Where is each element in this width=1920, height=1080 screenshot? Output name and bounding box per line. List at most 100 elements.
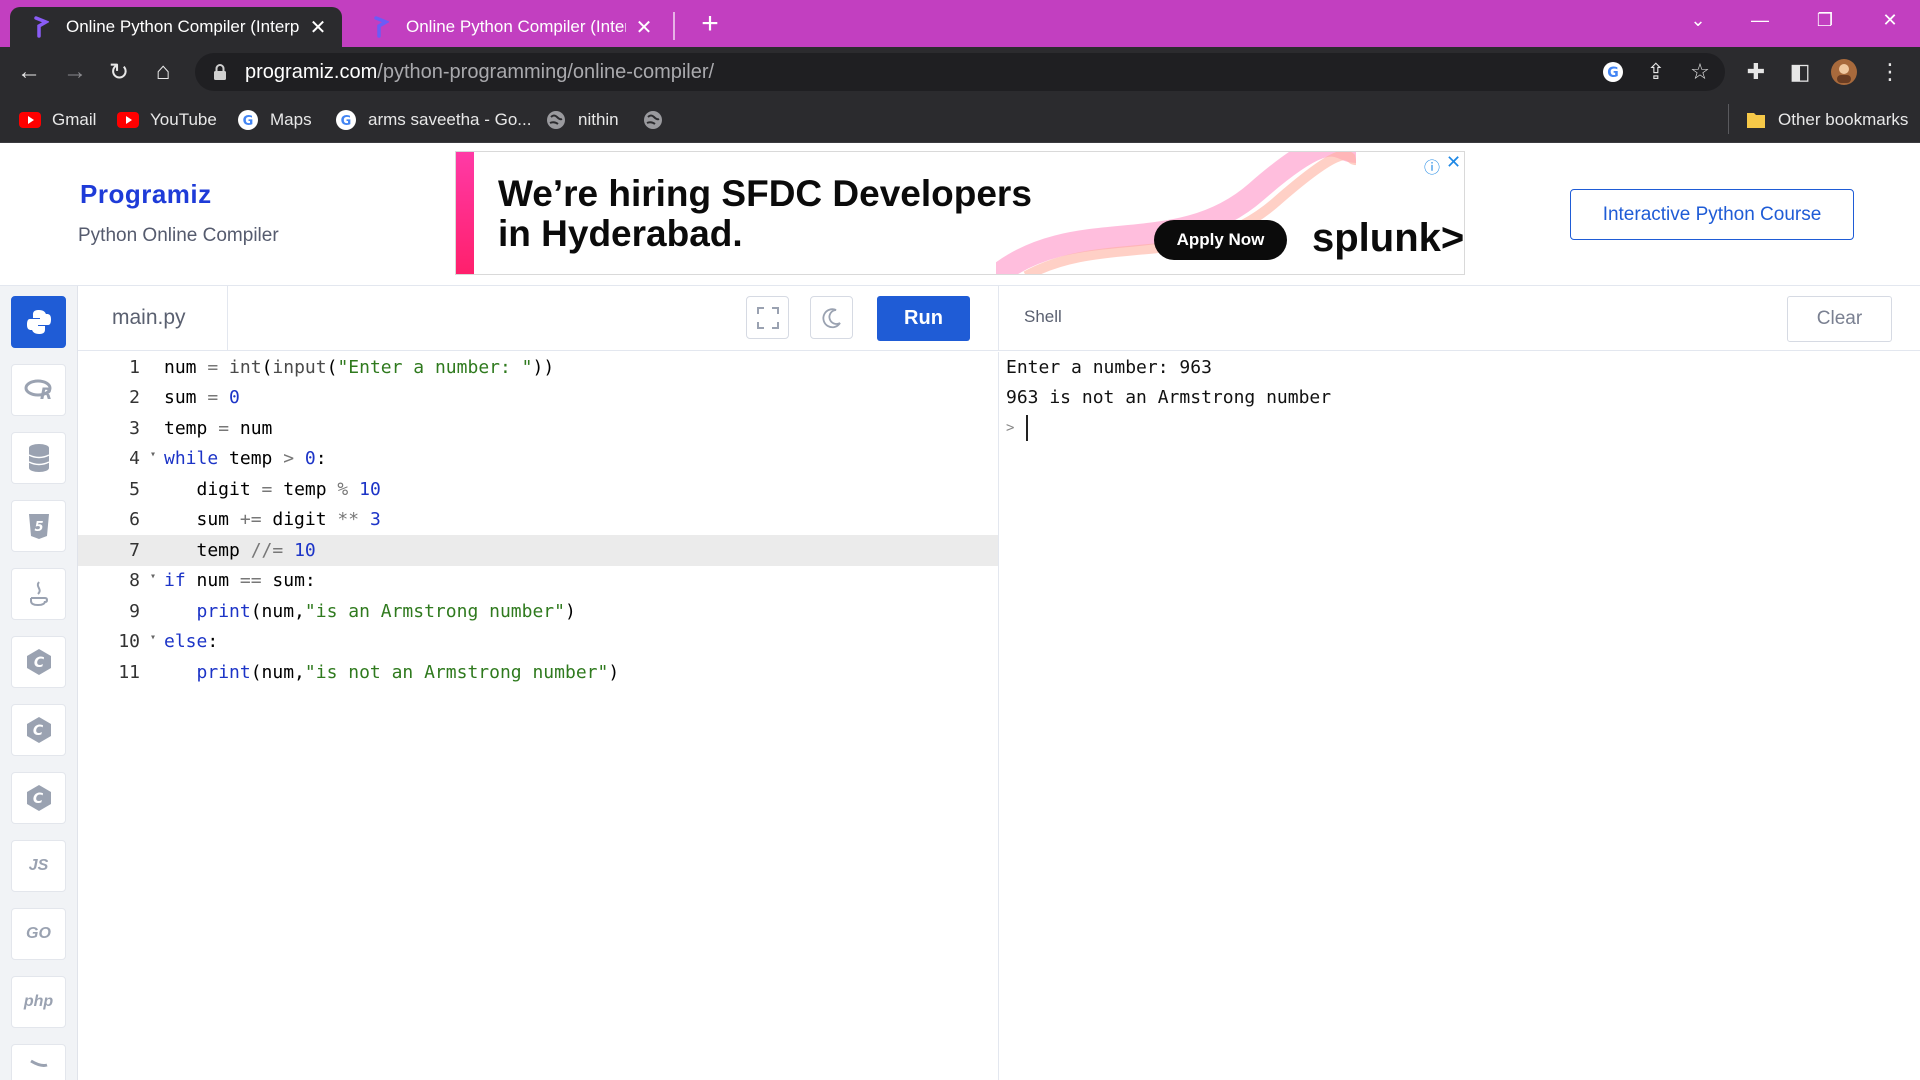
menu-kebab-icon[interactable]: ⋮ bbox=[1874, 56, 1906, 88]
dark-mode-moon-icon[interactable] bbox=[810, 296, 853, 339]
code-line: 4 ▾ while temp > 0: bbox=[129, 448, 327, 470]
folder-icon bbox=[1744, 108, 1768, 132]
programiz-favicon-icon bbox=[30, 16, 52, 38]
code-line: 5 digit = temp % 10 bbox=[129, 478, 381, 500]
java-icon[interactable] bbox=[11, 568, 66, 620]
tab-inactive[interactable]: Online Python Compiler (Interpre ✕ bbox=[350, 7, 668, 47]
page-subtitle: Python Online Compiler bbox=[78, 225, 279, 246]
ad-close-icon[interactable]: ✕ bbox=[1446, 152, 1461, 173]
shell-output[interactable]: Enter a number: 963 963 is not an Armstr… bbox=[998, 352, 1920, 1080]
shell-input-line[interactable]: > bbox=[1006, 413, 1920, 444]
google-lens-icon[interactable]: G bbox=[1597, 56, 1629, 88]
minimize-icon[interactable]: — bbox=[1730, 0, 1790, 40]
swift-lang-icon[interactable] bbox=[11, 1044, 66, 1080]
bookmark-gmail[interactable]: Gmail bbox=[18, 106, 96, 134]
text-cursor bbox=[1026, 415, 1029, 442]
reload-icon[interactable]: ↻ bbox=[100, 53, 138, 91]
bookmark-globe[interactable] bbox=[641, 106, 675, 134]
programiz-favicon-icon bbox=[370, 16, 392, 38]
javascript-lang-icon[interactable]: JS bbox=[11, 840, 66, 892]
code-line: 8 ▾ if num == sum: bbox=[129, 570, 316, 592]
browser-toolbar: ← → ↻ ⌂ programiz.com/python-programming… bbox=[0, 47, 1920, 97]
close-tab-icon[interactable]: ✕ bbox=[634, 15, 654, 40]
profile-avatar[interactable] bbox=[1828, 56, 1860, 88]
svg-text:5: 5 bbox=[34, 520, 43, 535]
forward-arrow-icon[interactable]: → bbox=[56, 53, 94, 91]
svg-text:G: G bbox=[243, 114, 254, 129]
file-tab-main-py[interactable]: main.py bbox=[78, 286, 228, 350]
code-line: 6 sum += digit ** 3 bbox=[129, 509, 381, 531]
new-tab-plus-icon[interactable]: + bbox=[692, 8, 728, 40]
svg-text:C: C bbox=[33, 655, 44, 671]
svg-text:C: C bbox=[32, 723, 43, 739]
interactive-course-button[interactable]: Interactive Python Course bbox=[1570, 189, 1854, 240]
url-host: programiz.com bbox=[245, 60, 378, 83]
share-icon[interactable]: ⇪ bbox=[1640, 56, 1672, 88]
language-sidebar: R 5 C C C JS GO php bbox=[0, 286, 78, 1080]
tab-search-chevron-icon[interactable]: ⌄ bbox=[1668, 0, 1728, 40]
url-path: /python-programming/online-compiler/ bbox=[377, 60, 715, 83]
fold-arrow-icon: ▾ bbox=[149, 449, 156, 461]
go-lang-icon[interactable]: GO bbox=[11, 908, 66, 960]
svg-text:G: G bbox=[1607, 65, 1619, 81]
globe-icon bbox=[641, 108, 665, 132]
advertisement-banner[interactable]: We’re hiring SFDC Developers in Hyderaba… bbox=[455, 151, 1465, 275]
tab-title: Online Python Compiler (Interpre bbox=[66, 17, 300, 36]
programiz-logo[interactable]: Programiz bbox=[80, 179, 212, 210]
ad-headline: We’re hiring SFDC Developers in Hyderaba… bbox=[498, 173, 1032, 254]
lock-icon bbox=[214, 64, 226, 80]
cpp-lang-icon[interactable]: C bbox=[11, 704, 66, 756]
code-line: 2 sum = 0 bbox=[129, 387, 240, 409]
back-arrow-icon[interactable]: ← bbox=[10, 53, 48, 91]
ad-info-icon[interactable]: ⓘ bbox=[1424, 154, 1440, 178]
sql-database-icon[interactable] bbox=[11, 432, 66, 484]
window-close-icon[interactable]: ✕ bbox=[1860, 0, 1920, 40]
tab-active[interactable]: Online Python Compiler (Interpre ✕ bbox=[10, 7, 342, 47]
google-icon: G bbox=[236, 108, 260, 132]
c-lang-icon[interactable]: C bbox=[11, 636, 66, 688]
bookmark-maps[interactable]: G Maps bbox=[236, 106, 312, 134]
code-line: 3 temp = num bbox=[129, 417, 273, 439]
bookmark-other[interactable]: Other bookmarks bbox=[1744, 106, 1908, 134]
code-line: 1 num = int(input("Enter a number: ")) bbox=[129, 356, 555, 378]
clear-button[interactable]: Clear bbox=[1787, 296, 1892, 342]
code-line: 9 print(num,"is an Armstrong number") bbox=[129, 600, 576, 622]
globe-icon bbox=[544, 108, 568, 132]
run-button[interactable]: Run bbox=[877, 296, 970, 341]
address-bar[interactable]: programiz.com/python-programming/online-… bbox=[195, 53, 1725, 91]
extensions-puzzle-icon[interactable]: ✚ bbox=[1740, 56, 1772, 88]
code-line: 11 print(num,"is not an Armstrong number… bbox=[118, 661, 620, 683]
shell-line: Enter a number: 963 bbox=[1006, 356, 1212, 378]
shell-title: Shell bbox=[1024, 307, 1062, 326]
fullscreen-icon[interactable] bbox=[746, 296, 789, 339]
html5-icon[interactable]: 5 bbox=[11, 500, 66, 552]
fold-arrow-icon: ▾ bbox=[149, 632, 156, 644]
bookmark-youtube[interactable]: YouTube bbox=[116, 106, 217, 134]
csharp-lang-icon[interactable]: C bbox=[11, 772, 66, 824]
home-icon[interactable]: ⌂ bbox=[144, 53, 182, 91]
r-lang-icon[interactable]: R bbox=[11, 364, 66, 416]
youtube-red-icon bbox=[18, 108, 42, 132]
restore-icon[interactable]: ❐ bbox=[1795, 0, 1855, 40]
ad-apply-button[interactable]: Apply Now bbox=[1154, 220, 1287, 260]
ad-accent-bar bbox=[456, 152, 474, 274]
code-editor[interactable]: 1 num = int(input("Enter a number: ")) 2s… bbox=[78, 352, 998, 1080]
code-line-highlighted: 7 temp //= 10 bbox=[78, 535, 998, 566]
shell-header: Shell Clear bbox=[998, 286, 1920, 351]
ad-brand-logo: splunk> bbox=[1312, 216, 1465, 260]
bookmark-arms-saveetha[interactable]: G arms saveetha - Go... bbox=[334, 106, 531, 134]
fold-arrow-icon: ▾ bbox=[149, 571, 156, 583]
side-panel-icon[interactable]: ◧ bbox=[1784, 56, 1816, 88]
youtube-icon bbox=[116, 108, 140, 132]
google-icon: G bbox=[334, 108, 358, 132]
shell-line: 963 is not an Armstrong number bbox=[1006, 387, 1332, 409]
tab-separator bbox=[673, 12, 675, 40]
python-lang-icon[interactable] bbox=[11, 296, 66, 348]
code-line: 10 ▾ else: bbox=[118, 631, 219, 653]
close-tab-icon[interactable]: ✕ bbox=[308, 15, 328, 40]
bookmark-star-icon[interactable]: ☆ bbox=[1684, 56, 1716, 88]
bookmark-nithin[interactable]: nithin bbox=[544, 106, 619, 134]
svg-text:C: C bbox=[32, 791, 43, 807]
php-lang-icon[interactable]: php bbox=[11, 976, 66, 1028]
bookmarks-bar: Gmail YouTube G Maps G arms saveetha - G… bbox=[0, 97, 1920, 143]
